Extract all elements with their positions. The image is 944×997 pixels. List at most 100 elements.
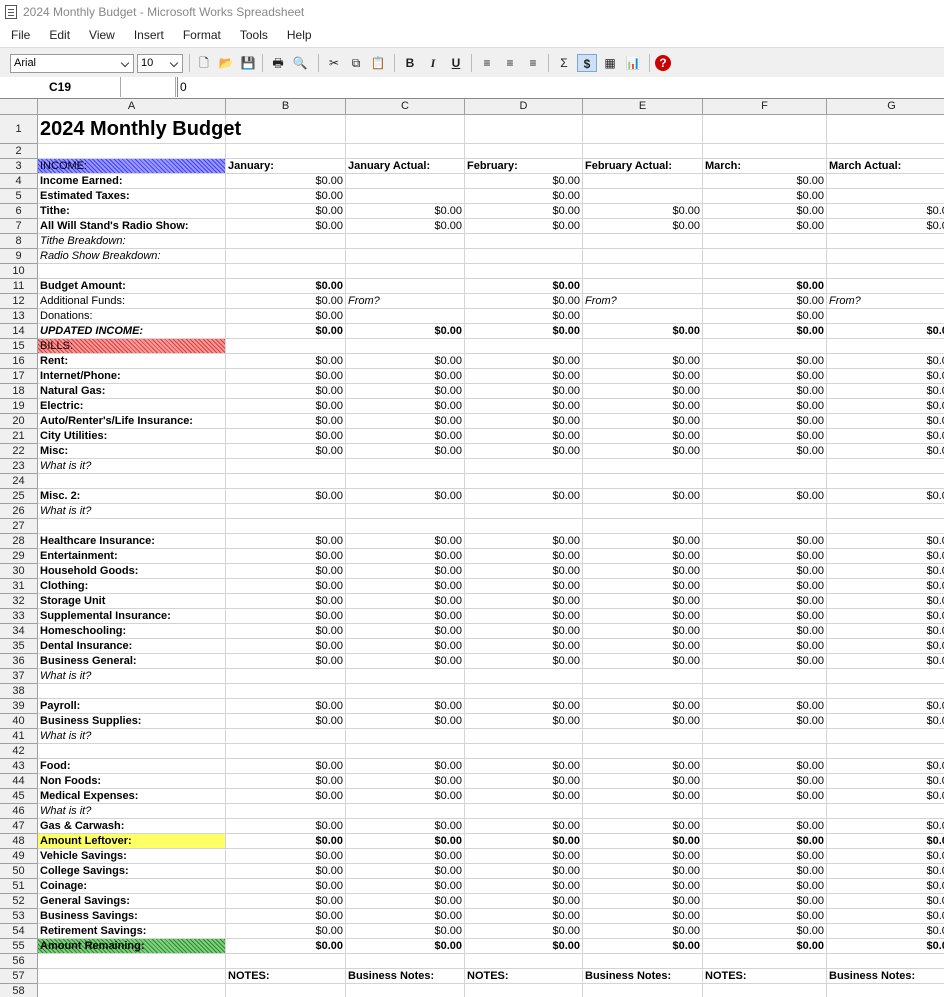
cell-e27[interactable] xyxy=(583,519,703,534)
cell-b13[interactable]: $0.00 xyxy=(226,309,346,324)
cell-g22[interactable]: $0.00 xyxy=(827,444,944,459)
cell-g54[interactable]: $0.00 xyxy=(827,924,944,939)
cell-a9[interactable]: Radio Show Breakdown: xyxy=(38,249,226,264)
cell-g3[interactable]: March Actual: xyxy=(827,159,944,174)
cell-g8[interactable] xyxy=(827,234,944,249)
cell-a20[interactable]: Auto/Renter's/Life Insurance: xyxy=(38,414,226,429)
cell-e32[interactable]: $0.00 xyxy=(583,594,703,609)
cell-a23[interactable]: What is it? xyxy=(38,459,226,474)
cell-e26[interactable] xyxy=(583,504,703,519)
cell-c47[interactable]: $0.00 xyxy=(346,819,465,834)
cell-d56[interactable] xyxy=(465,954,583,969)
cell-e35[interactable]: $0.00 xyxy=(583,639,703,654)
cell-c32[interactable]: $0.00 xyxy=(346,594,465,609)
cell-a11[interactable]: Budget Amount: xyxy=(38,279,226,294)
cell-d11[interactable]: $0.00 xyxy=(465,279,583,294)
cell-b14[interactable]: $0.00 xyxy=(226,324,346,339)
cell-d26[interactable] xyxy=(465,504,583,519)
row-header[interactable]: 48 xyxy=(0,834,38,849)
cell-a27[interactable] xyxy=(38,519,226,534)
cell-e21[interactable]: $0.00 xyxy=(583,429,703,444)
cell-g37[interactable] xyxy=(827,669,944,684)
cell-d24[interactable] xyxy=(465,474,583,489)
cell-e39[interactable]: $0.00 xyxy=(583,699,703,714)
cell-a10[interactable] xyxy=(38,264,226,279)
cell-a30[interactable]: Household Goods: xyxy=(38,564,226,579)
cell-g27[interactable] xyxy=(827,519,944,534)
cell-e49[interactable]: $0.00 xyxy=(583,849,703,864)
cell-e13[interactable] xyxy=(583,309,703,324)
cell-f9[interactable] xyxy=(703,249,827,264)
cell-b1[interactable] xyxy=(226,115,346,144)
cell-g34[interactable]: $0.00 xyxy=(827,624,944,639)
cell-d42[interactable] xyxy=(465,744,583,759)
cell-f53[interactable]: $0.00 xyxy=(703,909,827,924)
cell-g44[interactable]: $0.00 xyxy=(827,774,944,789)
cell-f29[interactable]: $0.00 xyxy=(703,549,827,564)
cell-d41[interactable] xyxy=(465,729,583,744)
cell-b50[interactable]: $0.00 xyxy=(226,864,346,879)
menu-file[interactable]: File xyxy=(0,28,38,42)
row-header[interactable]: 50 xyxy=(0,864,38,879)
cell-g2[interactable] xyxy=(827,144,944,159)
column-header-a[interactable]: A xyxy=(38,99,226,115)
cell-b27[interactable] xyxy=(226,519,346,534)
cell-c52[interactable]: $0.00 xyxy=(346,894,465,909)
cell-c49[interactable]: $0.00 xyxy=(346,849,465,864)
cell-e9[interactable] xyxy=(583,249,703,264)
cell-a1[interactable]: 2024 Monthly Budget xyxy=(38,115,241,144)
cell-g46[interactable] xyxy=(827,804,944,819)
row-header[interactable]: 34 xyxy=(0,624,38,639)
cell-e12[interactable]: From? xyxy=(583,294,703,309)
cell-d46[interactable] xyxy=(465,804,583,819)
cell-g5[interactable] xyxy=(827,189,944,204)
row-header[interactable]: 32 xyxy=(0,594,38,609)
cell-a29[interactable]: Entertainment: xyxy=(38,549,226,564)
cell-d15[interactable] xyxy=(465,339,583,354)
cell-g36[interactable]: $0.00 xyxy=(827,654,944,669)
autosum-icon[interactable]: Σ xyxy=(554,54,574,72)
cell-g17[interactable]: $0.00 xyxy=(827,369,944,384)
cell-d35[interactable]: $0.00 xyxy=(465,639,583,654)
cell-f5[interactable]: $0.00 xyxy=(703,189,827,204)
row-header[interactable]: 8 xyxy=(0,234,38,249)
cell-f42[interactable] xyxy=(703,744,827,759)
cell-e7[interactable]: $0.00 xyxy=(583,219,703,234)
cell-f13[interactable]: $0.00 xyxy=(703,309,827,324)
cell-c48[interactable]: $0.00 xyxy=(346,834,465,849)
cell-f16[interactable]: $0.00 xyxy=(703,354,827,369)
cell-e22[interactable]: $0.00 xyxy=(583,444,703,459)
cell-b6[interactable]: $0.00 xyxy=(226,204,346,219)
cell-b11[interactable]: $0.00 xyxy=(226,279,346,294)
print-icon[interactable]: 🖶 xyxy=(268,54,288,72)
menu-help[interactable]: Help xyxy=(276,28,320,42)
cell-d44[interactable]: $0.00 xyxy=(465,774,583,789)
cell-c41[interactable] xyxy=(346,729,465,744)
help-icon[interactable]: ? xyxy=(655,55,671,71)
cell-g38[interactable] xyxy=(827,684,944,699)
cell-e52[interactable]: $0.00 xyxy=(583,894,703,909)
cell-g19[interactable]: $0.00 xyxy=(827,399,944,414)
cell-a25[interactable]: Misc. 2: xyxy=(38,489,226,504)
cell-e42[interactable] xyxy=(583,744,703,759)
spreadsheet-grid[interactable]: A B C D E F G 1 2024 Monthly Budget 2 3 INCOME: Janu… xyxy=(0,99,944,997)
cell-c54[interactable]: $0.00 xyxy=(346,924,465,939)
cell-c22[interactable]: $0.00 xyxy=(346,444,465,459)
cell-g20[interactable]: $0.00 xyxy=(827,414,944,429)
cell-g29[interactable]: $0.00 xyxy=(827,549,944,564)
cell-a54[interactable]: Retirement Savings: xyxy=(38,924,226,939)
cell-d25[interactable]: $0.00 xyxy=(465,489,583,504)
cell-e37[interactable] xyxy=(583,669,703,684)
cell-e41[interactable] xyxy=(583,729,703,744)
menu-format[interactable]: Format xyxy=(172,28,229,42)
save-icon[interactable]: 💾 xyxy=(238,54,258,72)
cell-c27[interactable] xyxy=(346,519,465,534)
row-header[interactable]: 54 xyxy=(0,924,38,939)
cell-g30[interactable]: $0.00 xyxy=(827,564,944,579)
cell-d8[interactable] xyxy=(465,234,583,249)
underline-icon[interactable]: U xyxy=(446,54,466,72)
cell-a22[interactable]: Misc: xyxy=(38,444,226,459)
row-header[interactable]: 4 xyxy=(0,174,38,189)
cell-f18[interactable]: $0.00 xyxy=(703,384,827,399)
cell-f15[interactable] xyxy=(703,339,827,354)
